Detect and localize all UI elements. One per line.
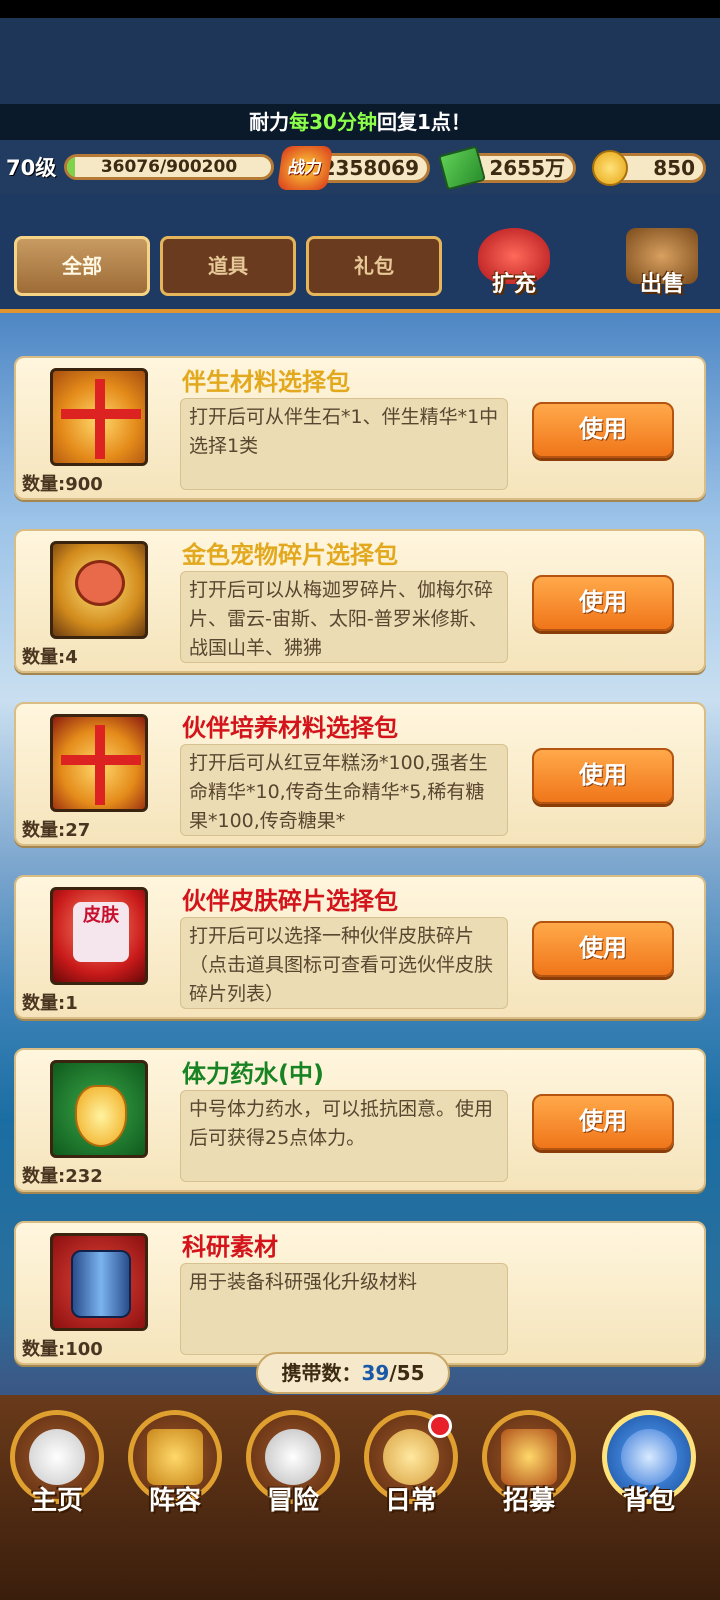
item-title: 金色宠物碎片选择包 — [182, 541, 398, 569]
tab-gift-packs[interactable]: 礼包 — [306, 236, 442, 296]
nav-home-label: 主页 — [30, 1486, 83, 1516]
gift-icon[interactable] — [50, 714, 148, 812]
notice-highlight: 每30分钟 — [289, 110, 377, 134]
item-title: 伙伴培养材料选择包 — [182, 714, 398, 742]
carry-count: 携带数：39/55 — [256, 1352, 450, 1394]
tech-device — [71, 1250, 131, 1318]
carry-current: 39 — [361, 1361, 390, 1385]
exp-bar: 36076/900200 — [64, 154, 274, 180]
status-bar — [0, 0, 720, 18]
tab-items[interactable]: 道具 — [160, 236, 296, 296]
daily-icon — [383, 1429, 439, 1485]
item-title: 伴生材料选择包 — [182, 368, 350, 396]
tavern-icon — [501, 1429, 557, 1485]
nav-adventure-label: 冒险 — [266, 1486, 319, 1516]
item-title: 体力药水(中) — [182, 1060, 324, 1088]
item-description: 打开后可从伴生石*1、伴生精华*1中选择1类 — [180, 398, 508, 490]
bag-icon — [621, 1429, 677, 1485]
item-card: 数量:4 金色宠物碎片选择包 打开后可以从梅迦罗碎片、伽梅尔碎片、雷云-宙斯、太… — [14, 529, 706, 673]
item-quantity: 数量:232 — [22, 1166, 103, 1187]
tab-all[interactable]: 全部 — [14, 236, 150, 296]
carry-max: 55 — [396, 1361, 425, 1385]
item-card: 数量:100 科研素材 用于装备科研强化升级材料 — [14, 1221, 706, 1365]
nav-bag-label: 背包 — [622, 1486, 675, 1516]
use-button[interactable]: 使用 — [532, 1094, 674, 1150]
daily-notification-dot — [428, 1414, 452, 1438]
home-icon — [29, 1429, 85, 1485]
skull-icon — [265, 1429, 321, 1485]
stamina-notice: 耐力每30分钟回复1点！ — [0, 104, 720, 140]
item-title: 科研素材 — [182, 1233, 278, 1261]
coin-icon — [592, 150, 628, 186]
shirt-icon-text: 皮肤 — [73, 902, 129, 962]
gift-icon[interactable] — [50, 368, 148, 466]
expand-label: 扩充 — [491, 272, 536, 297]
exp-text: 36076/900200 — [100, 157, 238, 177]
potion-icon[interactable] — [50, 1060, 148, 1158]
item-description: 打开后可以从梅迦罗碎片、伽梅尔碎片、雷云-宙斯、太阳-普罗米修斯、战国山羊、狒狒 — [180, 571, 508, 663]
top-area — [0, 18, 720, 104]
item-quantity: 数量:4 — [22, 647, 78, 668]
item-description: 用于装备科研强化升级材料 — [180, 1263, 508, 1355]
paw-icon[interactable] — [50, 541, 148, 639]
notice-suffix: 回复1点！ — [376, 110, 471, 134]
sell-button[interactable]: 出售 — [612, 228, 712, 304]
item-description: 中号体力药水，可以抵抗困意。使用后可获得25点体力。 — [180, 1090, 508, 1182]
item-quantity: 数量:27 — [22, 820, 91, 841]
item-quantity: 数量:100 — [22, 1339, 103, 1360]
nav-recruit-label: 招募 — [502, 1486, 555, 1516]
player-level: 70级 — [6, 156, 57, 180]
item-quantity: 数量:1 — [22, 993, 78, 1014]
use-button[interactable]: 使用 — [532, 402, 674, 458]
tab-divider — [0, 309, 720, 313]
use-button[interactable]: 使用 — [532, 921, 674, 977]
nav-lineup-label: 阵容 — [148, 1486, 201, 1516]
item-description: 打开后可从红豆年糕汤*100,强者生命精华*10,传奇生命精华*5,稀有糖果*1… — [180, 744, 508, 836]
item-description: 打开后可以选择一种伙伴皮肤碎片（点击道具图标可查看可选伙伴皮肤碎片列表） — [180, 917, 508, 1009]
potion-bottle — [75, 1085, 127, 1147]
nav-recruit[interactable]: 招募 — [476, 1410, 582, 1540]
item-quantity: 数量:900 — [22, 474, 103, 495]
use-button[interactable]: 使用 — [532, 575, 674, 631]
power-icon: 战力 — [276, 146, 334, 190]
item-card: 皮肤 数量:1 伙伴皮肤碎片选择包 打开后可以选择一种伙伴皮肤碎片（点击道具图标… — [14, 875, 706, 1019]
item-card: 数量:232 体力药水(中) 中号体力药水，可以抵抗困意。使用后可获得25点体力… — [14, 1048, 706, 1192]
sell-label: 出售 — [639, 272, 684, 297]
use-button[interactable]: 使用 — [532, 748, 674, 804]
nav-lineup[interactable]: 阵容 — [122, 1410, 228, 1540]
item-card: 数量:900 伴生材料选择包 打开后可从伴生石*1、伴生精华*1中选择1类 使用 — [14, 356, 706, 500]
carry-label: 携带数： — [281, 1361, 362, 1385]
lineup-icon — [147, 1429, 203, 1485]
item-card: 数量:27 伙伴培养材料选择包 打开后可从红豆年糕汤*100,强者生命精华*10… — [14, 702, 706, 846]
nav-adventure[interactable]: 冒险 — [240, 1410, 346, 1540]
nav-bag[interactable]: 背包 — [596, 1410, 702, 1540]
item-title: 伙伴皮肤碎片选择包 — [182, 887, 398, 915]
tech-material-icon[interactable] — [50, 1233, 148, 1331]
paw-emblem — [75, 560, 125, 606]
expand-button[interactable]: 扩充 — [464, 228, 564, 304]
nav-home[interactable]: 主页 — [4, 1410, 110, 1540]
carry-separator: / — [389, 1361, 397, 1385]
notice-prefix: 耐力 — [249, 110, 290, 134]
shirt-icon[interactable]: 皮肤 — [50, 887, 148, 985]
nav-daily-label: 日常 — [384, 1486, 437, 1516]
